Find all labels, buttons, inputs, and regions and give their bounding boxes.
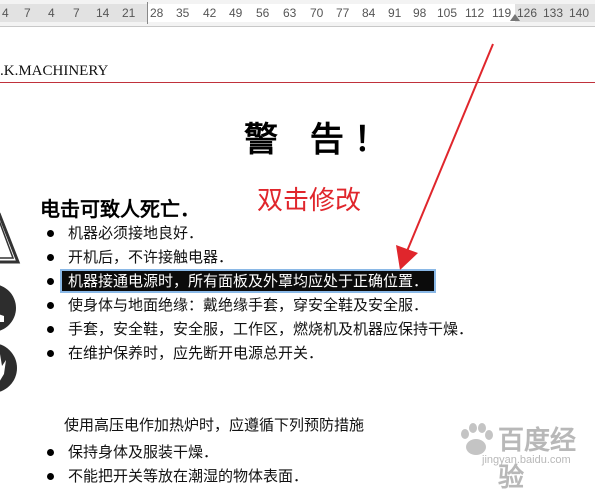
ruler-tick: 140	[569, 6, 590, 20]
bullet-icon	[47, 326, 54, 333]
ruler-tick: 63	[283, 6, 297, 20]
safety-boots-icon	[0, 285, 16, 331]
selected-text[interactable]: 机器接通电源时，所有面板及外罩均应处于正确位置．	[62, 271, 435, 291]
list-item[interactable]: 开机后，不许接触电器．	[44, 245, 473, 269]
ruler-tick: 91	[388, 6, 402, 20]
ruler-tick: 98	[413, 6, 427, 20]
list-item[interactable]: 手套，安全鞋，安全服，工作区，燃烧机及机器应保持干燥．	[44, 317, 473, 341]
safety-gloves-icon	[0, 344, 17, 392]
ruler-tick: 14	[96, 6, 110, 20]
ruler-tick: 7	[73, 6, 80, 20]
precaution-bullet-list: 保持身体及服装干燥． 不能把开关等放在潮湿的物体表面．	[44, 440, 308, 488]
ruler-tick: 4	[2, 6, 9, 20]
precaution-intro[interactable]: 使用高压电作加热炉时，应遵循下列预防措施	[64, 414, 364, 435]
list-item[interactable]: 不能把开关等放在潮湿的物体表面．	[44, 464, 308, 488]
document-title[interactable]: 警 告！	[244, 112, 398, 161]
list-item-selected[interactable]: 机器接通电源时，所有面板及外罩均应处于正确位置．	[44, 269, 473, 293]
annotation-label: 双击修改	[257, 186, 362, 216]
bullet-icon	[47, 302, 54, 309]
ruler-tick: 21	[122, 6, 136, 20]
ruler-tick: 70	[310, 6, 324, 20]
bullet-icon	[47, 278, 54, 285]
ruler-tick: 35	[176, 6, 190, 20]
right-indent-marker[interactable]	[510, 14, 520, 21]
ruler-tick: 4	[48, 6, 55, 20]
ruler-tick: 119	[492, 6, 512, 20]
left-indent-marker[interactable]	[147, 2, 148, 24]
ruler-tick: 28	[150, 6, 164, 20]
bullet-icon	[47, 473, 54, 480]
ruler-tick: 112	[465, 6, 485, 20]
list-item[interactable]: 保持身体及服装干燥．	[44, 440, 308, 464]
bullet-icon	[47, 350, 54, 357]
watermark: 百度经验 jingyan.baidu.com	[452, 418, 588, 493]
warning-bullet-list: 机器必须接地良好． 开机后，不许接触电器． 机器接通电源时，所有面板及外罩均应处…	[44, 221, 473, 365]
header-company-name: .K.MACHINERY	[0, 63, 109, 79]
warning-triangle-icon	[0, 212, 21, 264]
list-item[interactable]: 在维护保养时，应先断开电源总开关．	[44, 341, 473, 365]
list-item[interactable]: 使身体与地面绝缘：戴绝缘手套，穿安全鞋及安全服．	[44, 293, 473, 317]
ruler-tick: 105	[437, 6, 458, 20]
ruler-tick: 77	[336, 6, 350, 20]
ruler-tick: 84	[362, 6, 376, 20]
horizontal-ruler[interactable]: 4 7 4 7 14 21 28 35 42 49 56 63 70 77 84…	[0, 0, 595, 27]
bullet-icon	[47, 254, 54, 261]
watermark-url: jingyan.baidu.com	[482, 454, 571, 466]
list-item[interactable]: 机器必须接地良好．	[44, 221, 473, 245]
ruler-tick: 42	[203, 6, 217, 20]
bullet-icon	[47, 230, 54, 237]
section-heading[interactable]: 电击可致人死亡．	[40, 193, 200, 222]
bullet-icon	[47, 449, 54, 456]
header-divider	[0, 82, 595, 83]
ruler-tick: 126	[517, 6, 538, 20]
ruler-tick: 56	[256, 6, 270, 20]
ruler-tick: 133	[543, 6, 564, 20]
ruler-tick: 49	[229, 6, 243, 20]
ruler-tick: 7	[24, 6, 31, 20]
